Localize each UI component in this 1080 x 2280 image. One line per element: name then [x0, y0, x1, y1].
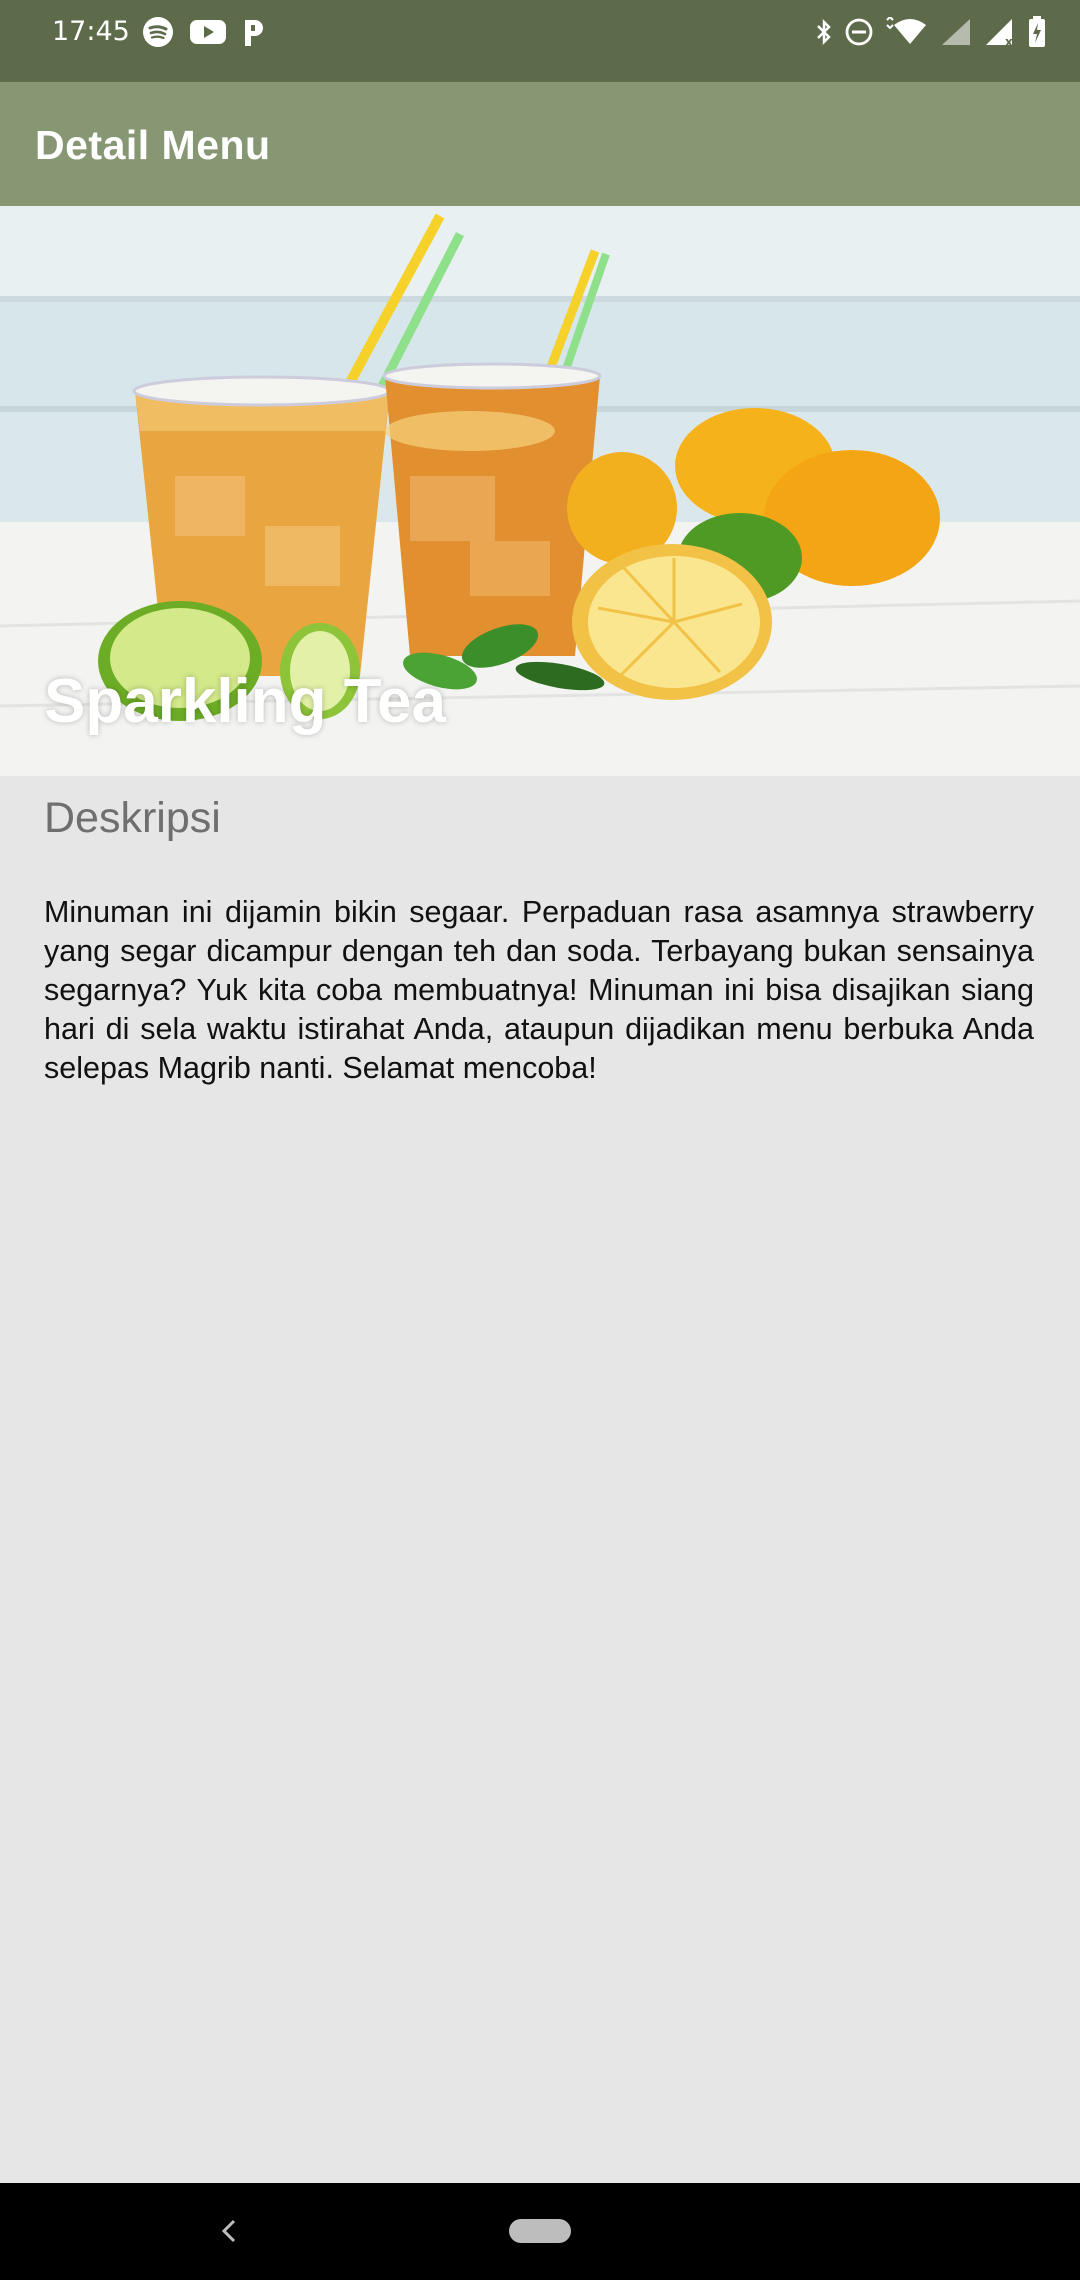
- hero-image: Sparkling Tea: [0, 206, 1080, 776]
- status-bar: 17:45 x: [0, 0, 1080, 82]
- menu-item-title: Sparkling Tea: [44, 667, 446, 736]
- do-not-disturb-icon: [845, 18, 873, 46]
- app-bar: Detail Menu: [0, 82, 1080, 206]
- page-title: Detail Menu: [35, 122, 271, 168]
- youtube-icon: [190, 20, 226, 44]
- pandora-icon: [245, 20, 263, 46]
- spotify-icon: [143, 17, 173, 47]
- bluetooth-icon: [817, 18, 831, 46]
- wifi-icon: [886, 17, 926, 44]
- status-right-icons: x: [814, 16, 1046, 48]
- description-text: Minuman ini dijamin bikin segaar. Perpad…: [44, 895, 1034, 1085]
- home-pill-icon[interactable]: [509, 2219, 571, 2243]
- svg-text:x: x: [1005, 35, 1013, 47]
- status-left-icons: [142, 16, 266, 48]
- description-heading: Deskripsi: [44, 794, 221, 842]
- back-chevron-icon[interactable]: [214, 2213, 244, 2249]
- cell-signal-no-data-icon: x: [986, 19, 1013, 47]
- battery-charging-icon: [1029, 16, 1045, 47]
- status-time: 17:45: [52, 16, 130, 47]
- cell-signal-icon: [942, 19, 970, 45]
